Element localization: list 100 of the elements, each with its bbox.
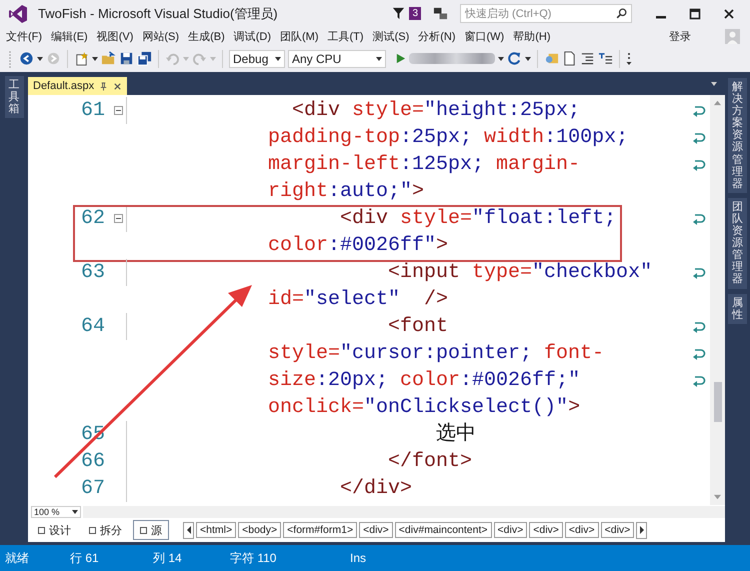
code-line: margin-left:125px; margin-	[268, 152, 582, 178]
word-wrap-icon	[692, 158, 706, 170]
back-icon[interactable]	[19, 51, 34, 66]
code-line: <div style="float:left;	[339, 206, 618, 232]
configuration-dropdown[interactable]: Debug	[229, 50, 285, 68]
dropdown-arrow-icon	[210, 56, 216, 60]
code-line: size:20px; color:#0026ff;"	[268, 368, 582, 394]
insert-mode-indicator: Ins	[350, 551, 366, 565]
quick-launch-field[interactable]: 快速启动 (Ctrl+Q)	[460, 4, 632, 23]
caret-icon	[275, 56, 281, 60]
menu-item[interactable]: 文件(F)	[6, 28, 42, 44]
dropdown-arrow-icon[interactable]	[37, 56, 43, 60]
menu-item[interactable]: 生成(B)	[188, 28, 225, 44]
caret-icon	[376, 56, 382, 60]
character-indicator: 字符 110	[230, 550, 276, 566]
view-tab[interactable]: 拆分	[82, 520, 129, 540]
dropdown-arrow-icon	[183, 56, 189, 60]
menu-item[interactable]: 调试(D)	[234, 28, 272, 44]
code-line: padding-top:25px; width:100px;	[268, 125, 630, 151]
menu-item[interactable]: 测试(S)	[372, 28, 410, 44]
code-line: <div style="height:25px;	[291, 98, 582, 124]
menu-item[interactable]: 视图(V)	[96, 28, 134, 44]
breadcrumb-tag[interactable]: <div>	[494, 522, 528, 538]
code-line: </div>	[339, 476, 414, 502]
line-number: 64	[80, 314, 105, 340]
new-project-icon[interactable]	[74, 51, 89, 66]
column-indicator: 列 14	[153, 550, 182, 566]
window-title: TwoFish - Microsoft Visual Studio(管理员)	[38, 4, 278, 22]
breadcrumb-tag[interactable]: <form#form1>	[283, 522, 358, 538]
redo-icon	[192, 51, 207, 66]
code-line: color:#0026ff">	[268, 233, 450, 259]
breadcrumb-tag[interactable]: <div>	[564, 522, 599, 538]
menu-item[interactable]: 工具(T)	[328, 28, 364, 44]
breadcrumb-tag[interactable]: <div>	[359, 522, 393, 538]
document-tab[interactable]: Default.aspx	[28, 77, 128, 95]
line-number: 62	[80, 206, 105, 232]
dock-tab[interactable]: 解决方案资源管理器	[728, 78, 747, 193]
breadcrumb-tag[interactable]: <html>	[196, 522, 236, 538]
view-tab[interactable]: 源	[133, 520, 169, 540]
breadcrumb-tag[interactable]: <div#maincontent>	[394, 522, 492, 538]
menu-item[interactable]: 帮助(H)	[513, 28, 551, 44]
sign-in-link[interactable]: 登录	[669, 28, 691, 44]
search-icon	[616, 8, 627, 19]
close-icon[interactable]	[723, 8, 735, 20]
zoom-dropdown[interactable]: 100 %	[31, 506, 81, 518]
scrollbar-thumb[interactable]	[714, 382, 722, 422]
word-wrap-icon	[692, 320, 706, 332]
word-wrap-icon	[692, 212, 706, 224]
overflow-icon[interactable]	[626, 52, 632, 66]
breadcrumb-tag[interactable]: <div>	[529, 522, 563, 538]
menu-item[interactable]: 分析(N)	[418, 28, 456, 44]
status-text: 就绪	[5, 550, 29, 566]
caret-icon	[72, 510, 78, 514]
word-wrap-icon	[692, 266, 706, 278]
scroll-left-icon[interactable]	[183, 522, 194, 538]
menu-item[interactable]: 网站(S)	[142, 28, 180, 44]
dock-tab[interactable]: 属性	[728, 294, 747, 324]
grip-icon	[8, 50, 12, 68]
collapse-icon[interactable]	[114, 214, 122, 223]
line-number: 61	[80, 98, 105, 124]
word-wrap-icon	[692, 374, 706, 386]
dropdown-arrow-icon[interactable]	[525, 56, 531, 60]
indent-icon[interactable]	[580, 51, 595, 66]
forward-icon	[46, 51, 61, 66]
dropdown-arrow-icon[interactable]	[498, 56, 504, 60]
scroll-right-icon[interactable]	[636, 522, 648, 538]
save-icon[interactable]	[119, 51, 134, 66]
notification-badge[interactable]: 3	[409, 7, 421, 20]
document-icon[interactable]	[562, 51, 577, 66]
line-number: 67	[80, 476, 105, 502]
refresh-icon[interactable]	[507, 51, 522, 66]
breadcrumb-tag[interactable]: <body>	[238, 522, 282, 538]
line-indicator: 行 61	[70, 550, 99, 566]
menu-item[interactable]: 团队(M)	[280, 28, 319, 44]
code-line: id="select" />	[268, 287, 450, 313]
pin-icon[interactable]	[99, 82, 108, 90]
collapse-icon[interactable]	[114, 106, 122, 115]
breadcrumb-tag[interactable]: <div>	[600, 522, 634, 538]
code-line: </font>	[387, 449, 474, 475]
dock-tab[interactable]: 工具箱	[4, 76, 24, 118]
close-icon[interactable]	[113, 82, 122, 90]
dock-tab[interactable]: 团队资源管理器	[728, 198, 747, 288]
menu-item[interactable]: 编辑(E)	[51, 28, 88, 44]
undo-icon	[165, 51, 180, 66]
maximize-icon[interactable]	[689, 8, 701, 20]
play-icon[interactable]	[395, 53, 406, 64]
view-tab[interactable]: 设计	[31, 520, 78, 540]
open-folder-icon[interactable]	[101, 51, 116, 66]
menu-item[interactable]: 窗口(W)	[464, 28, 504, 44]
dropdown-arrow-icon[interactable]	[92, 56, 98, 60]
word-wrap-icon	[692, 348, 706, 360]
platform-dropdown[interactable]: Any CPU	[288, 50, 386, 68]
word-wrap-icon	[692, 104, 706, 116]
tab-list-dropdown-icon[interactable]	[711, 82, 717, 86]
code-line: <font	[387, 314, 450, 340]
line-number: 63	[80, 260, 105, 286]
code-line: right:auto;">	[268, 179, 426, 205]
horizontal-scrollbar[interactable]	[83, 506, 725, 518]
save-all-icon[interactable]	[137, 51, 152, 66]
code-line: onclick="onClickselect()">	[268, 395, 582, 421]
